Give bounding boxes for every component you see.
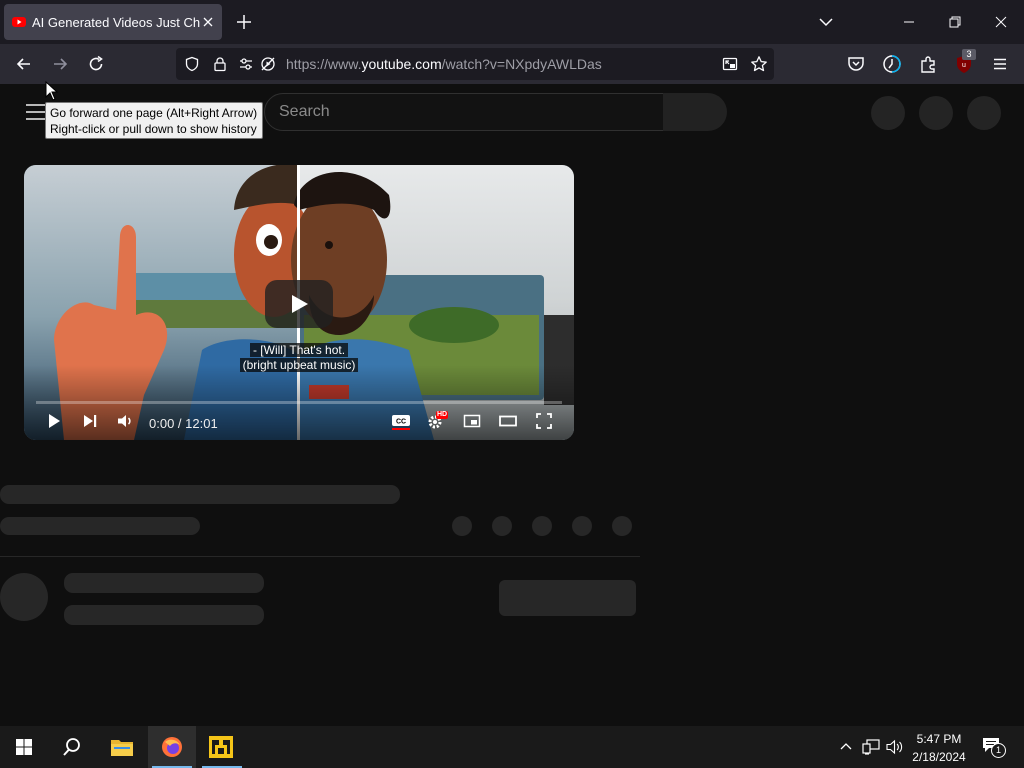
action-skeleton [612, 516, 632, 536]
extension-badge-count: 3 [962, 49, 976, 60]
app-logo-icon [209, 736, 233, 758]
hamburger-menu-icon[interactable] [990, 54, 1010, 74]
hd-badge: HD [436, 411, 449, 419]
forward-button-tooltip: Go forward one page (Alt+Right Arrow) Ri… [45, 102, 263, 139]
clock-time[interactable]: 5:47 PM [914, 732, 964, 746]
next-video-icon[interactable] [81, 412, 99, 430]
notifications-button-placeholder[interactable] [919, 96, 953, 130]
new-tab-plus-icon[interactable] [234, 12, 254, 32]
close-window-icon[interactable] [991, 12, 1011, 32]
back-arrow-icon[interactable] [14, 54, 34, 74]
firefox-taskbar-button[interactable] [148, 726, 196, 768]
title-skeleton [0, 485, 400, 504]
action-skeleton [452, 516, 472, 536]
play-button-icon[interactable] [45, 412, 63, 430]
navigation-toolbar: https://www.youtube.com/watch?v=NXpdyAWL… [0, 44, 1024, 84]
close-tab-icon[interactable] [200, 14, 216, 30]
clock-date[interactable]: 2/18/2024 [908, 750, 970, 764]
autoplay-blocked-icon[interactable] [260, 56, 276, 72]
subscriber-count-skeleton [64, 605, 264, 625]
search-button[interactable] [663, 93, 727, 131]
lock-icon[interactable] [212, 56, 228, 72]
guide-menu-icon[interactable] [26, 104, 46, 120]
minimize-icon[interactable] [899, 12, 919, 32]
reload-icon[interactable] [86, 54, 106, 74]
bookmark-star-icon[interactable] [750, 55, 768, 73]
theater-mode-icon[interactable] [499, 412, 517, 430]
action-center-button[interactable]: 1 [982, 737, 1006, 759]
windows-logo-icon [16, 739, 32, 755]
fullscreen-icon[interactable] [535, 412, 553, 430]
tab-title: AI Generated Videos Just Changed Forever [32, 15, 200, 30]
pocket-icon[interactable] [846, 54, 866, 74]
restore-icon[interactable] [945, 12, 965, 32]
youtube-favicon-icon [12, 17, 26, 27]
play-icon [292, 295, 308, 313]
progress-bar[interactable] [36, 401, 562, 404]
tooltip-line-1: Go forward one page (Alt+Right Arrow) [50, 106, 258, 120]
volume-icon[interactable] [116, 412, 134, 430]
volume-speaker-icon[interactable] [886, 739, 904, 755]
app-taskbar-button[interactable] [198, 726, 246, 768]
url-path: /watch?v=NXpdyAWLDas [441, 56, 602, 72]
url-text[interactable]: https://www.youtube.com/watch?v=NXpdyAWL… [286, 56, 602, 72]
tab-strip: AI Generated Videos Just Changed Forever [0, 0, 1024, 44]
miniplayer-icon[interactable] [463, 412, 481, 430]
subtitles-cc-icon[interactable]: CC [391, 412, 411, 430]
action-skeleton [532, 516, 552, 536]
avatar-placeholder[interactable] [967, 96, 1001, 130]
create-button-placeholder[interactable] [871, 96, 905, 130]
large-play-button[interactable] [265, 280, 333, 328]
action-skeleton [492, 516, 512, 536]
windows-taskbar: 5:47 PM 2/18/2024 1 [0, 726, 1024, 768]
list-all-tabs-chevron-icon[interactable] [816, 12, 836, 32]
permissions-icon[interactable] [238, 56, 254, 72]
svg-text:CC: CC [396, 419, 406, 426]
channel-avatar-skeleton [0, 573, 48, 621]
search-input[interactable] [277, 102, 641, 122]
subscribe-button-skeleton [499, 580, 636, 616]
tooltip-line-2: Right-click or pull down to show history [50, 122, 257, 136]
tab-youtube[interactable]: AI Generated Videos Just Changed Forever [4, 4, 222, 40]
video-player[interactable]: - [Will] That's hot. (bright upbeat musi… [24, 165, 574, 440]
forward-arrow-icon[interactable] [50, 54, 70, 74]
svg-text:u: u [962, 62, 966, 69]
extensions-puzzle-icon[interactable] [918, 54, 938, 74]
show-hidden-icons-chevron-icon[interactable] [838, 739, 854, 755]
metadata-skeleton [0, 517, 200, 535]
address-bar[interactable]: https://www.youtube.com/watch?v=NXpdyAWL… [176, 48, 774, 80]
url-domain: youtube.com [361, 56, 442, 72]
caption-line-1: - [Will] That's hot. [249, 343, 349, 357]
channel-name-skeleton [64, 573, 264, 593]
folder-icon [111, 740, 133, 756]
search-icon [63, 738, 80, 756]
file-explorer-taskbar-button[interactable] [98, 726, 146, 768]
mouse-cursor-icon [45, 81, 59, 101]
firefox-account-icon[interactable] [882, 54, 902, 74]
settings-button[interactable]: HD [427, 411, 449, 430]
network-icon[interactable] [862, 739, 880, 755]
url-prefix: https://www. [286, 56, 362, 72]
action-skeleton [572, 516, 592, 536]
search-box[interactable] [264, 93, 664, 131]
divider [0, 556, 640, 557]
youtube-page: - [Will] That's hot. (bright upbeat musi… [0, 81, 1024, 724]
time-display: 0:00 / 12:01 [149, 416, 218, 431]
notification-count-badge: 1 [991, 743, 1006, 758]
picture-in-picture-icon[interactable] [722, 56, 738, 72]
tracking-protection-shield-icon[interactable] [184, 56, 200, 72]
search-taskbar-button[interactable] [48, 726, 96, 768]
ublock-origin-extension[interactable]: u 3 [954, 49, 976, 75]
start-button[interactable] [0, 726, 48, 768]
firefox-logo-icon [162, 737, 182, 757]
scrollbar[interactable] [1018, 84, 1024, 724]
